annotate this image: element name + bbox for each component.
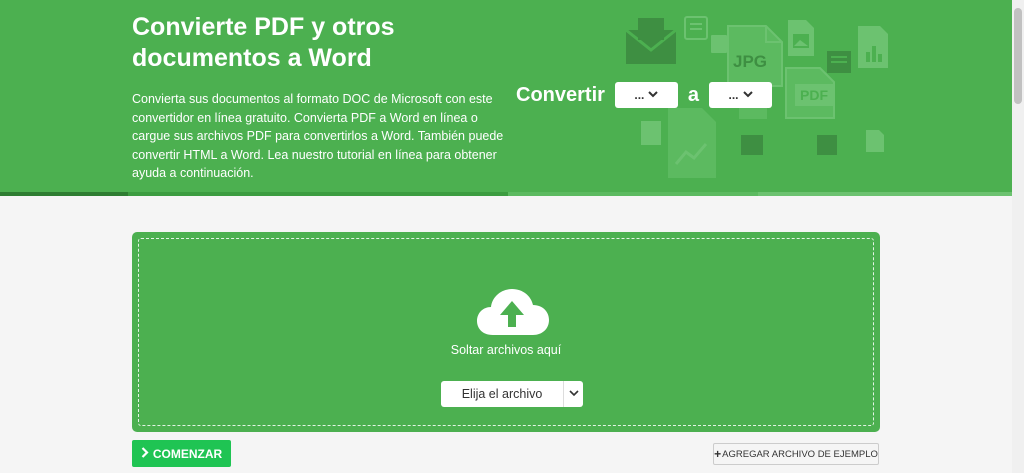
image-file-icon	[786, 18, 816, 58]
small-doc-icon	[740, 134, 764, 156]
font-file-icon	[864, 128, 886, 154]
hero-divider	[0, 192, 1012, 196]
start-button[interactable]: COMENZAR	[132, 440, 231, 467]
chevron-down-icon	[742, 89, 753, 101]
hero-banner: JPG PDF Convierte PDF y otros documentos…	[0, 0, 1012, 196]
from-format-select[interactable]: ...	[614, 82, 678, 108]
format-converter: Convertir ... a ...	[516, 82, 773, 108]
to-format-select[interactable]: ...	[709, 82, 773, 108]
chart-file-icon	[856, 24, 890, 70]
file-dropzone[interactable]: Soltar archivos aquí Elija el archivo	[132, 232, 880, 432]
choose-file-button[interactable]: Elija el archivo	[441, 381, 563, 407]
choose-file-group: Elija el archivo	[441, 381, 583, 407]
add-sample-file-button[interactable]: + AGREGAR ARCHIVO DE EJEMPLO	[713, 443, 879, 465]
page-title: Convierte PDF y otros documentos a Word	[132, 13, 395, 72]
hero-description: Convierta sus documentos al formato DOC …	[132, 92, 504, 180]
convert-label: Convertir	[516, 83, 605, 106]
jpg-file-icon-label: JPG	[733, 52, 768, 71]
small-doc-icon	[816, 134, 838, 156]
envelope-icon	[624, 16, 678, 66]
chevron-right-icon	[141, 446, 149, 461]
add-sample-file-label: AGREGAR ARCHIVO DE EJEMPLO	[722, 448, 878, 460]
small-doc-icon	[640, 120, 662, 146]
cloud-upload-icon	[475, 287, 551, 342]
pdf-file-icon-label: PDF	[795, 84, 833, 106]
choose-source-dropdown[interactable]	[563, 381, 583, 407]
dropzone-border: Soltar archivos aquí Elija el archivo	[138, 238, 874, 426]
chevron-down-icon	[568, 388, 579, 400]
convert-separator: a	[687, 83, 700, 106]
page-scrollbar[interactable]	[1012, 0, 1024, 473]
chevron-down-icon	[648, 89, 659, 101]
drop-files-text: Soltar archivos aquí	[450, 343, 562, 357]
from-format-value: ...	[634, 88, 645, 102]
start-button-label: COMENZAR	[152, 446, 223, 461]
plus-icon: +	[714, 447, 722, 461]
spreadsheet-file-icon	[666, 106, 718, 180]
to-format-value: ...	[728, 88, 739, 102]
scrollbar-thumb[interactable]	[1014, 8, 1022, 104]
small-doc-icon	[684, 16, 708, 40]
